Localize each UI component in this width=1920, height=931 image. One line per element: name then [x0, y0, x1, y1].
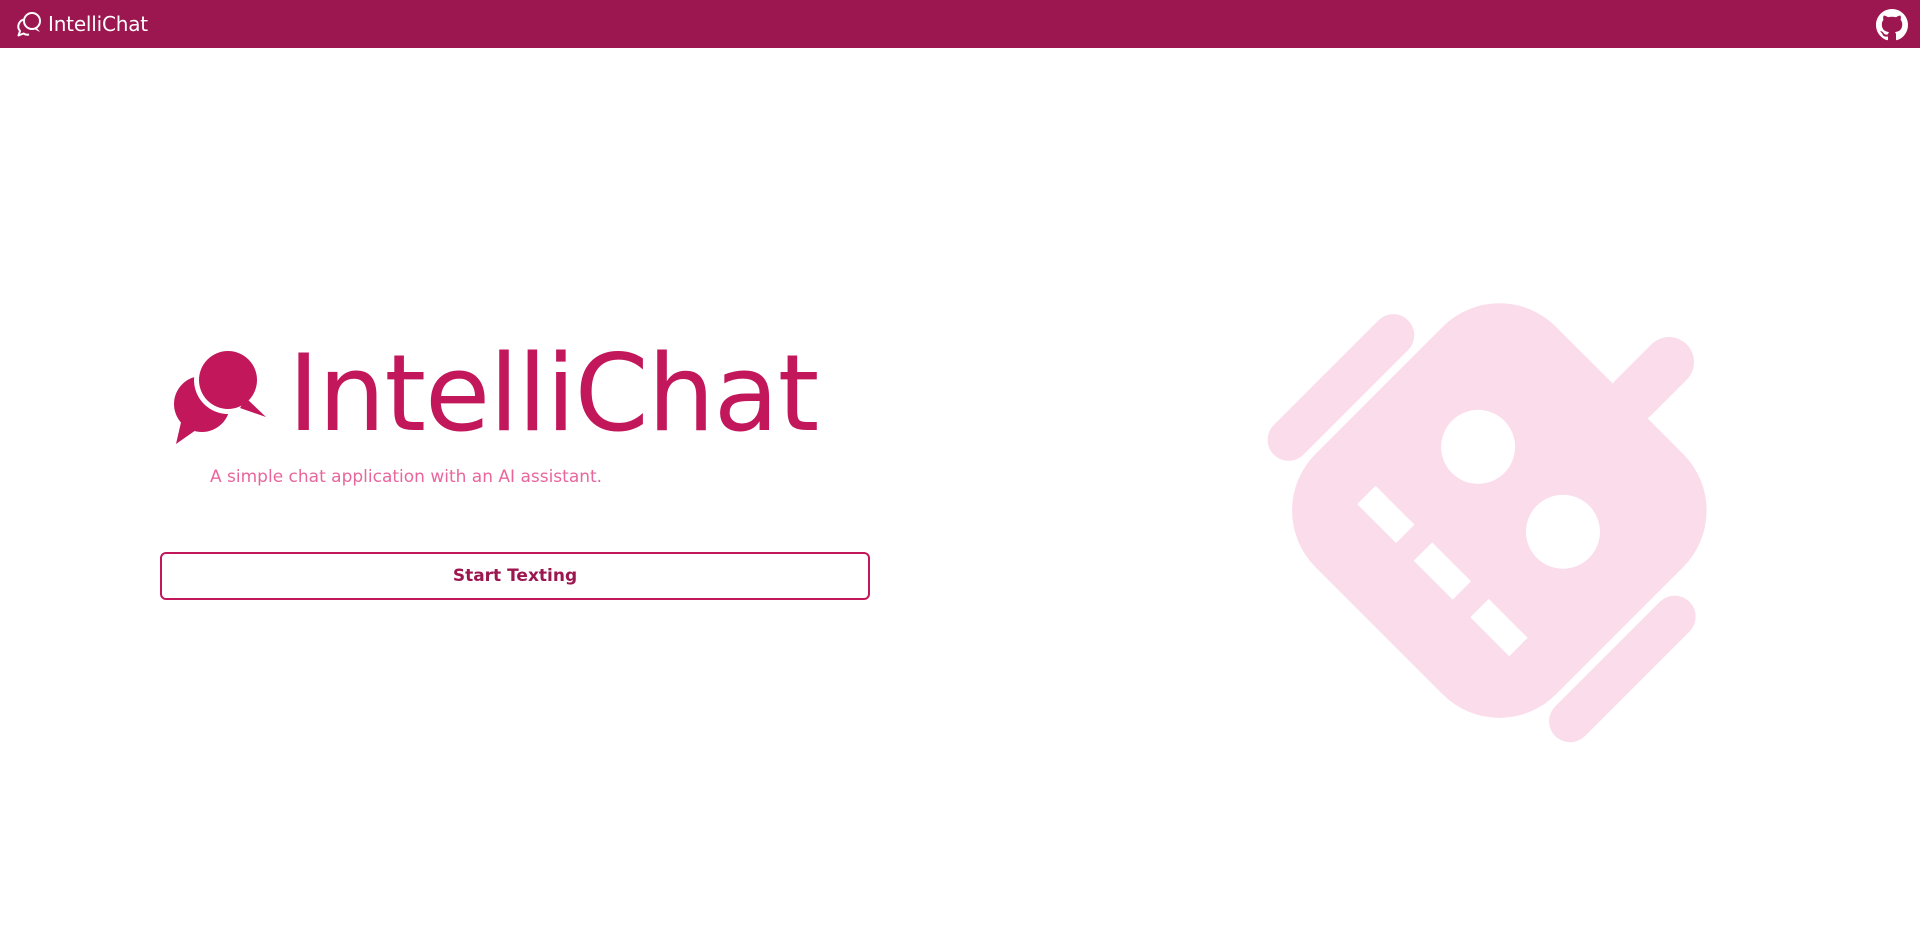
start-texting-button[interactable]: Start Texting	[160, 552, 870, 600]
hero-title: IntelliChat	[288, 332, 819, 455]
nav-brand-title: IntelliChat	[48, 12, 148, 36]
robot-illustration	[1262, 252, 1772, 762]
github-icon	[1876, 9, 1908, 41]
hero-tagline: A simple chat application with an AI ass…	[210, 467, 603, 487]
github-link[interactable]	[1876, 9, 1908, 41]
chat-bubbles-icon	[15, 10, 43, 38]
nav-brand-link[interactable]: IntelliChat	[15, 10, 148, 38]
chat-bubbles-icon	[168, 342, 272, 446]
robot-icon	[1267, 303, 1707, 743]
hero-logo: IntelliChat	[168, 340, 878, 448]
navbar: IntelliChat	[0, 0, 1920, 48]
